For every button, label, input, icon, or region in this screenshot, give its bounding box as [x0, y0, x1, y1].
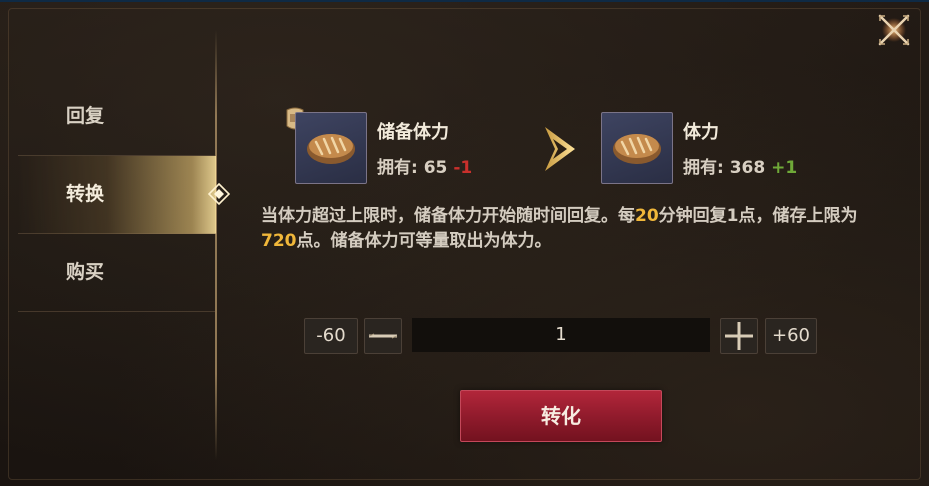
sidebar-item-recover[interactable]: 回复 — [18, 78, 216, 156]
close-button[interactable] — [874, 10, 914, 50]
stamina-owned: 拥有: 368 +1 — [683, 153, 797, 178]
owned-value: 65 — [423, 158, 448, 178]
convert-button[interactable]: 转化 — [460, 390, 662, 442]
increment-button[interactable] — [720, 318, 758, 354]
bread-icon — [307, 134, 355, 164]
arrow-right-icon — [545, 127, 575, 171]
sidebar-item-label: 转换 — [66, 183, 105, 205]
sidebar-item-convert[interactable]: 转换 — [18, 156, 230, 234]
reserve-stamina-item[interactable] — [295, 112, 367, 184]
owned-prefix: 拥有: — [683, 158, 730, 178]
description-part2: 分钟回复1点，储存上限为 — [658, 206, 858, 226]
minus-60-button[interactable]: -60 — [304, 318, 358, 354]
stamina-item[interactable] — [601, 112, 673, 184]
bread-icon — [613, 134, 661, 164]
sidebar-item-label: 回复 — [66, 105, 105, 127]
owned-delta: +1 — [771, 158, 798, 178]
decrement-button[interactable] — [364, 318, 402, 354]
plus-60-button[interactable]: +60 — [765, 318, 817, 354]
description-minutes: 20 — [635, 206, 659, 226]
owned-delta: -1 — [453, 158, 473, 178]
description-cap: 720 — [261, 231, 297, 251]
minus-icon — [368, 333, 398, 339]
sidebar-item-buy[interactable]: 购买 — [18, 234, 216, 312]
close-icon — [878, 14, 910, 46]
active-diamond-icon — [208, 183, 230, 205]
top-border — [0, 0, 929, 2]
stamina-name: 体力 — [683, 122, 719, 143]
dialog-panel: 回复 转换 购买 储备体力 拥有: 65 -1 体力 拥有: 368 +1 当体… — [0, 0, 929, 486]
quantity-input[interactable]: 1 — [412, 318, 710, 352]
description-part1: 当体力超过上限时，储备体力开始随时间回复。每 — [261, 206, 635, 226]
owned-value: 368 — [729, 158, 766, 178]
sidebar-item-label: 购买 — [66, 261, 105, 283]
reserve-stamina-name: 储备体力 — [377, 122, 449, 143]
description-part3: 点。储备体力可等量取出为体力。 — [296, 231, 552, 251]
description-text: 当体力超过上限时，储备体力开始随时间回复。每20分钟回复1点，储存上限为 720点… — [261, 204, 861, 254]
reserve-stamina-owned: 拥有: 65 -1 — [377, 153, 472, 178]
owned-prefix: 拥有: — [377, 158, 424, 178]
sidebar: 回复 转换 购买 — [18, 78, 230, 312]
plus-icon — [725, 322, 753, 350]
